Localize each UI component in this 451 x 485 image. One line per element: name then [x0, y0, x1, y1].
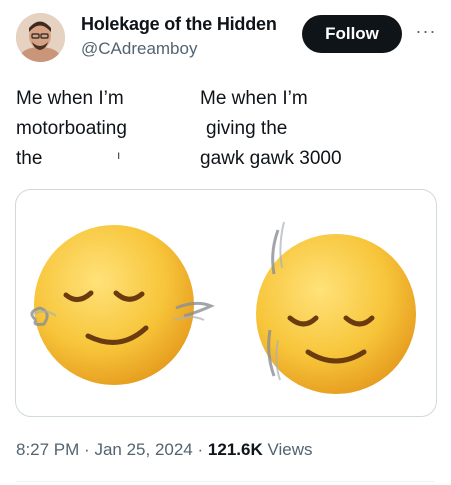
caption-left-line: motorboating	[16, 118, 127, 139]
caption-left-line: Me when I’m	[16, 88, 124, 109]
views-label: Views	[267, 440, 313, 459]
divider	[16, 481, 435, 482]
author-handle[interactable]: @CAdreamboy	[81, 39, 197, 59]
author-avatar[interactable]	[16, 13, 65, 62]
meta-separator: ·	[84, 440, 90, 459]
caption-left: Me when I’m motorboating the	[16, 84, 127, 174]
author-display-name[interactable]: Holekage of the Hidden	[81, 14, 277, 35]
tweet-date[interactable]: Jan 25, 2024	[94, 440, 192, 459]
views-count: 121.6K	[207, 440, 263, 459]
follow-button[interactable]: Follow	[302, 15, 402, 53]
tweet-time[interactable]: 8:27 PM	[16, 440, 79, 459]
avatar-photo	[16, 13, 65, 62]
meta-separator: ·	[197, 440, 204, 459]
caption-right-line: giving the	[206, 118, 288, 139]
more-options-icon[interactable]: ···	[414, 19, 438, 43]
caption-left-line: the	[16, 148, 43, 169]
relieved-face-emoji-left	[30, 225, 215, 385]
stray-mark: ı	[117, 148, 121, 162]
relieved-face-emoji-right	[256, 221, 416, 394]
caption-right-line: gawk gawk 3000	[200, 148, 342, 169]
media-image[interactable]	[15, 189, 437, 417]
caption-right-line: Me when I’m	[200, 88, 308, 109]
relieved-emojis-image	[30, 221, 416, 394]
caption-right: Me when I’m giving the gawk gawk 3000	[200, 84, 342, 174]
tweet-meta: 8:27 PM · Jan 25, 2024 · 121.6K Views	[16, 440, 313, 460]
